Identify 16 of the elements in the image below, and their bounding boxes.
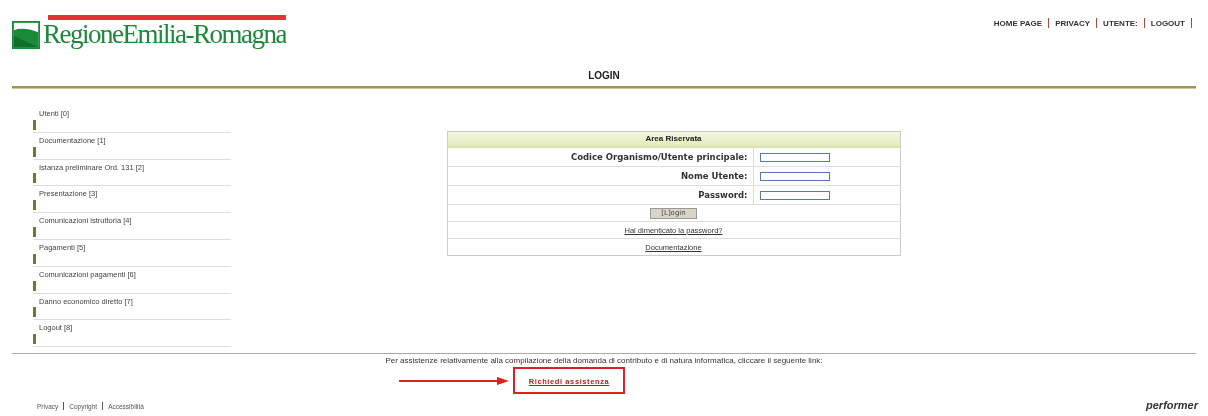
nav-link[interactable]: HOME PAGE	[993, 18, 1043, 28]
input-field[interactable]	[759, 152, 830, 162]
brand-logo: performer	[1146, 400, 1198, 410]
arrow-icon	[398, 376, 509, 385]
assistance-text: Per assistenze relativamente alla compilazione della domanda di contributo e di natura informatica, cliccare il seguente link:	[384, 356, 824, 365]
page-title: LOGIN	[587, 70, 621, 82]
field-label: Nome Utente:	[447, 167, 754, 185]
panel-title: Area Riservata	[447, 132, 900, 148]
field-label: Password:	[447, 186, 754, 204]
region-logo: RegioneEmilia-Romagna	[12, 15, 286, 59]
nav-link[interactable]: PRIVACY	[1055, 18, 1091, 28]
nav-link[interactable]: LOGOUT	[1150, 18, 1185, 28]
input-field[interactable]	[759, 171, 830, 181]
input-field[interactable]	[759, 190, 830, 200]
nav-link[interactable]: UTENTE:	[1103, 18, 1138, 28]
field-label: Codice Organismo/Utente principale:	[447, 148, 754, 166]
